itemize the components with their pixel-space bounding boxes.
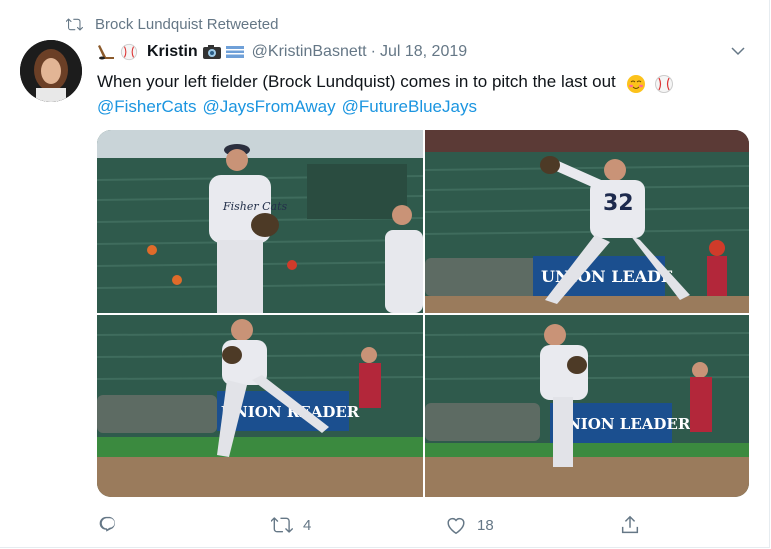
tweet-card[interactable]: Brock Lundquist Retweeted Kristin @Krist… xyxy=(0,0,770,548)
like-button[interactable]: 18 xyxy=(445,514,619,536)
header-separator: · xyxy=(370,43,376,60)
retweeted-by-text[interactable]: Brock Lundquist Retweeted xyxy=(95,16,278,33)
tweet-header: Kristin @KristinBasnett · Jul 18, 2019 xyxy=(97,40,467,64)
photo-2[interactable]: UNION LEADE 32 xyxy=(425,130,749,313)
photo-3[interactable]: UNION READER xyxy=(97,315,423,497)
like-count: 18 xyxy=(477,516,494,534)
camera-emoji xyxy=(202,43,222,61)
retweeted-by-bar[interactable]: Brock Lundquist Retweeted xyxy=(66,13,278,35)
retweet-count: 4 xyxy=(303,516,312,534)
tweet-date[interactable]: Jul 18, 2019 xyxy=(380,43,467,61)
banner-text: UNION LEADER xyxy=(554,415,691,433)
baseball-emoji xyxy=(654,74,674,93)
photo-grid: Fisher Cats UNION LEADE 32 UNION READER … xyxy=(97,130,749,497)
reply-button[interactable] xyxy=(97,514,271,536)
avatar[interactable] xyxy=(20,40,82,102)
photo-4[interactable]: UNION LEADER xyxy=(425,315,749,497)
photo-1[interactable]: Fisher Cats xyxy=(97,130,423,313)
tweet-actions: 4 18 xyxy=(97,510,657,540)
author-handle[interactable]: @KristinBasnett xyxy=(252,43,367,61)
baseball-emoji xyxy=(120,43,140,61)
share-icon xyxy=(621,515,639,534)
retweet-button[interactable]: 4 xyxy=(271,514,445,536)
mention-link[interactable]: @FutureBlueJays xyxy=(342,97,477,116)
retweet-icon xyxy=(66,18,83,30)
retweet-icon xyxy=(271,517,293,533)
author-name[interactable]: Kristin xyxy=(147,43,198,61)
blushing-face-emoji xyxy=(626,74,646,93)
mention-link[interactable]: @JaysFromAway xyxy=(202,97,335,116)
share-button[interactable] xyxy=(619,514,641,536)
jersey-number: 32 xyxy=(603,191,634,216)
tweet-text: When your left fielder (Brock Lundquist)… xyxy=(97,69,747,119)
ticket-emoji xyxy=(225,43,245,61)
jersey-text: Fisher Cats xyxy=(222,200,288,213)
mention-link[interactable]: @FisherCats xyxy=(97,97,196,116)
reply-icon xyxy=(99,516,116,532)
hockey-emoji xyxy=(97,43,117,61)
chevron-down-icon[interactable] xyxy=(729,42,747,60)
tweet-body: When your left fielder (Brock Lundquist)… xyxy=(97,72,616,91)
heart-icon xyxy=(447,517,465,535)
